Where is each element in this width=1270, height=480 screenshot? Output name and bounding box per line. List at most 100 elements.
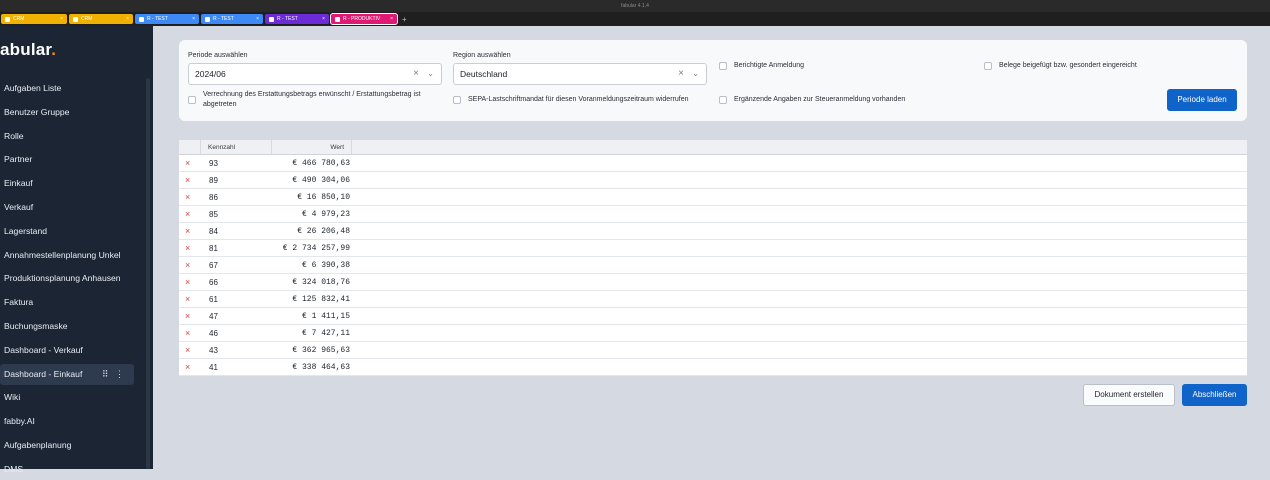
sidebar-item[interactable]: fabby.AI bbox=[0, 411, 134, 432]
kennzahl-cell: 81 bbox=[209, 244, 218, 253]
table-header: Kennzahl Wert bbox=[179, 140, 1247, 155]
table-row: × 46 € 7 427,11 bbox=[179, 325, 1247, 342]
sidebar-item-label: Einkauf bbox=[4, 178, 33, 189]
delete-row-icon[interactable]: × bbox=[185, 291, 190, 308]
sidebar-item[interactable]: Wiki bbox=[0, 387, 134, 408]
close-icon[interactable]: × bbox=[322, 16, 325, 22]
tab-label: R - TEST bbox=[147, 16, 168, 22]
table-row: × 84 € 26 206,48 bbox=[179, 223, 1247, 240]
kennzahl-cell: 61 bbox=[209, 295, 218, 304]
period-select[interactable]: 2024/06 × ⌄ bbox=[188, 63, 442, 85]
sidebar-item[interactable]: Dashboard - Verkauf bbox=[0, 340, 134, 361]
tab[interactable]: CRM × bbox=[69, 14, 133, 24]
chevron-down-icon[interactable]: ⌄ bbox=[427, 64, 434, 84]
sidebar-item-label: Faktura bbox=[4, 297, 34, 308]
sidebar-item[interactable]: Lagerstand bbox=[0, 221, 134, 242]
table-row: × 67 € 6 390,38 bbox=[179, 257, 1247, 274]
tab-label: R - PRODUKTIV bbox=[343, 16, 381, 22]
sidebar-item[interactable]: Faktura bbox=[0, 292, 134, 313]
sidebar-item-label: Partner bbox=[4, 154, 33, 165]
delete-row-icon[interactable]: × bbox=[185, 342, 190, 359]
sidebar-scrollbar[interactable] bbox=[146, 78, 150, 469]
sidebar-item-label: Lagerstand bbox=[4, 225, 48, 236]
delete-row-icon[interactable]: × bbox=[185, 223, 190, 240]
sidebar-item[interactable]: Aufgaben Liste bbox=[0, 78, 134, 99]
wert-cell: € 26 206,48 bbox=[297, 227, 350, 236]
delete-row-icon[interactable]: × bbox=[185, 155, 190, 172]
wert-cell: € 4 979,23 bbox=[301, 210, 350, 219]
delete-row-icon[interactable]: × bbox=[185, 325, 190, 342]
sepa-checkbox[interactable] bbox=[453, 96, 461, 104]
table-row: × 47 € 1 411,15 bbox=[179, 308, 1247, 325]
belege-checkbox[interactable] bbox=[984, 62, 992, 70]
wert-cell: € 7 427,11 bbox=[301, 329, 350, 338]
sidebar-item[interactable]: Partner bbox=[0, 149, 134, 170]
delete-row-icon[interactable]: × bbox=[185, 189, 190, 206]
kennzahl-cell: 47 bbox=[209, 312, 218, 321]
sidebar-item[interactable]: Verkauf bbox=[0, 197, 134, 218]
sidebar: abular. Aufgaben Liste Benutzer Gruppe Rol… bbox=[0, 26, 153, 474]
sidebar-item[interactable]: Dashboard - Einkauf ⠿ ⋮ bbox=[0, 363, 134, 385]
column-kennzahl[interactable]: Kennzahl bbox=[201, 140, 272, 155]
close-icon[interactable]: × bbox=[192, 16, 195, 22]
chevron-down-icon[interactable]: ⌄ bbox=[692, 64, 699, 84]
drag-handle-icon[interactable]: ⠿ ⋮ bbox=[102, 364, 126, 385]
sidebar-item[interactable]: Rolle bbox=[0, 126, 134, 147]
sidebar-item[interactable]: Produktionsplanung Anhausen bbox=[0, 268, 134, 289]
close-icon[interactable]: × bbox=[126, 16, 129, 22]
window-title: fabular 4.1.4 bbox=[0, 0, 1270, 12]
app-logo: abular. bbox=[0, 40, 57, 59]
table-row: × 41 € 338 464,63 bbox=[179, 359, 1247, 376]
sidebar-item[interactable]: Aufgabenplanung bbox=[0, 435, 134, 456]
delete-row-icon[interactable]: × bbox=[185, 359, 190, 376]
tab[interactable]: R - PRODUKTIV × bbox=[330, 13, 398, 25]
tab-bar: CRM × CRM × R - TEST × R - TEST × R - TEST × R - P… bbox=[0, 12, 1270, 26]
sepa-label: SEPA-Lastschriftmandat für diesen Voranm… bbox=[468, 96, 689, 103]
close-icon[interactable]: × bbox=[60, 16, 63, 22]
delete-row-icon[interactable]: × bbox=[185, 172, 190, 189]
tab[interactable]: CRM × bbox=[1, 14, 67, 24]
delete-row-icon[interactable]: × bbox=[185, 274, 190, 291]
sidebar-item-label: Dashboard - Einkauf bbox=[4, 368, 83, 379]
sidebar-item[interactable]: Annahmestellenplanung Unkel bbox=[0, 245, 134, 266]
tab[interactable]: R - TEST × bbox=[201, 14, 263, 24]
sidebar-item[interactable]: Buchungsmaske bbox=[0, 316, 134, 337]
kennzahl-cell: 66 bbox=[209, 278, 218, 287]
load-period-button[interactable]: Periode laden bbox=[1167, 89, 1237, 111]
tab-icon bbox=[5, 16, 10, 22]
table-row: × 86 € 16 850,10 bbox=[179, 189, 1247, 206]
tab-label: CRM bbox=[81, 16, 93, 22]
sidebar-item-label: Verkauf bbox=[4, 202, 34, 212]
sidebar-item-label: Annahmestellenplanung Unkel bbox=[4, 249, 121, 260]
column-wert[interactable]: Wert bbox=[272, 140, 352, 155]
clear-icon[interactable]: × bbox=[413, 64, 419, 84]
sidebar-item[interactable]: Benutzer Gruppe bbox=[0, 102, 134, 123]
berichtigte-checkbox[interactable] bbox=[719, 62, 727, 70]
sidebar-item[interactable]: DMS bbox=[0, 459, 134, 480]
table-row: × 93 € 466 780,63 bbox=[179, 155, 1247, 172]
sidebar-item[interactable]: Einkauf bbox=[0, 173, 134, 194]
ergaenzende-checkbox[interactable] bbox=[719, 96, 727, 104]
delete-row-icon[interactable]: × bbox=[185, 240, 190, 257]
tab[interactable]: R - TEST × bbox=[135, 14, 199, 24]
region-label: Region auswählen bbox=[453, 52, 511, 59]
finish-button[interactable]: Abschließen bbox=[1182, 384, 1247, 406]
clear-icon[interactable]: × bbox=[678, 64, 684, 84]
verrechnung-checkbox[interactable] bbox=[188, 96, 196, 104]
close-icon[interactable]: × bbox=[256, 16, 259, 22]
create-document-button[interactable]: Dokument erstellen bbox=[1083, 384, 1175, 406]
wert-cell: € 490 304,06 bbox=[292, 176, 350, 185]
table-row: × 89 € 490 304,06 bbox=[179, 172, 1247, 189]
delete-row-icon[interactable]: × bbox=[185, 308, 190, 325]
delete-row-icon[interactable]: × bbox=[185, 206, 190, 223]
sidebar-item-label: Buchungsmaske bbox=[4, 321, 68, 331]
table-row: × 85 € 4 979,23 bbox=[179, 206, 1247, 223]
kennzahl-cell: 41 bbox=[209, 363, 218, 372]
tab-icon bbox=[73, 16, 78, 22]
delete-row-icon[interactable]: × bbox=[185, 257, 190, 274]
tab[interactable]: R - TEST × bbox=[265, 14, 329, 24]
region-select[interactable]: Deutschland × ⌄ bbox=[453, 63, 707, 85]
close-icon[interactable]: × bbox=[390, 16, 393, 22]
add-tab-icon[interactable]: + bbox=[402, 15, 407, 24]
table-row: × 43 € 362 965,63 bbox=[179, 342, 1247, 359]
